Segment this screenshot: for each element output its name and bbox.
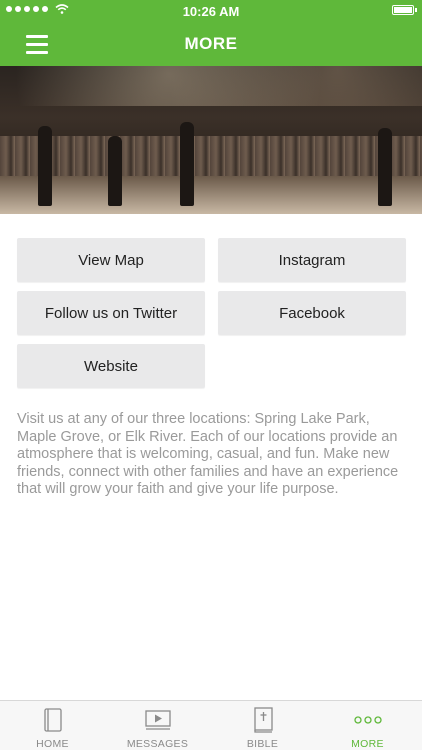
performer: [108, 136, 122, 206]
tab-bible[interactable]: BIBLE: [210, 701, 315, 751]
tab-bar: HOME MESSAGES BIBLE MORE: [0, 700, 422, 750]
bible-icon: [253, 707, 273, 733]
view-map-button[interactable]: View Map: [17, 238, 205, 282]
facebook-button[interactable]: Facebook: [218, 291, 406, 335]
website-button[interactable]: Website: [17, 344, 205, 388]
more-dots-icon: [353, 716, 382, 724]
tab-messages-label: MESSAGES: [126, 738, 189, 750]
stage: [0, 176, 422, 214]
stage-lights: [0, 66, 422, 106]
instagram-button[interactable]: Instagram: [218, 238, 406, 282]
tab-home-label: HOME: [36, 738, 69, 750]
tab-messages[interactable]: MESSAGES: [105, 701, 210, 751]
tab-more-label: MORE: [351, 738, 384, 750]
performer: [378, 128, 392, 206]
video-play-icon: [144, 710, 171, 730]
tab-bible-label: BIBLE: [246, 738, 279, 750]
nav-bar: MORE: [0, 22, 422, 66]
performer: [38, 126, 52, 206]
twitter-button[interactable]: Follow us on Twitter: [17, 291, 205, 335]
book-icon: [43, 708, 62, 732]
hero-image: [0, 66, 422, 214]
status-time: 10:26 AM: [182, 4, 240, 19]
tab-more[interactable]: MORE: [315, 701, 420, 751]
description-text: Visit us at any of our three locations: …: [17, 411, 399, 497]
battery-icon: [392, 5, 417, 15]
tab-home[interactable]: HOME: [0, 701, 105, 751]
page-title: MORE: [184, 34, 238, 53]
status-bar: 10:26 AM: [0, 0, 422, 22]
performer: [180, 122, 194, 206]
